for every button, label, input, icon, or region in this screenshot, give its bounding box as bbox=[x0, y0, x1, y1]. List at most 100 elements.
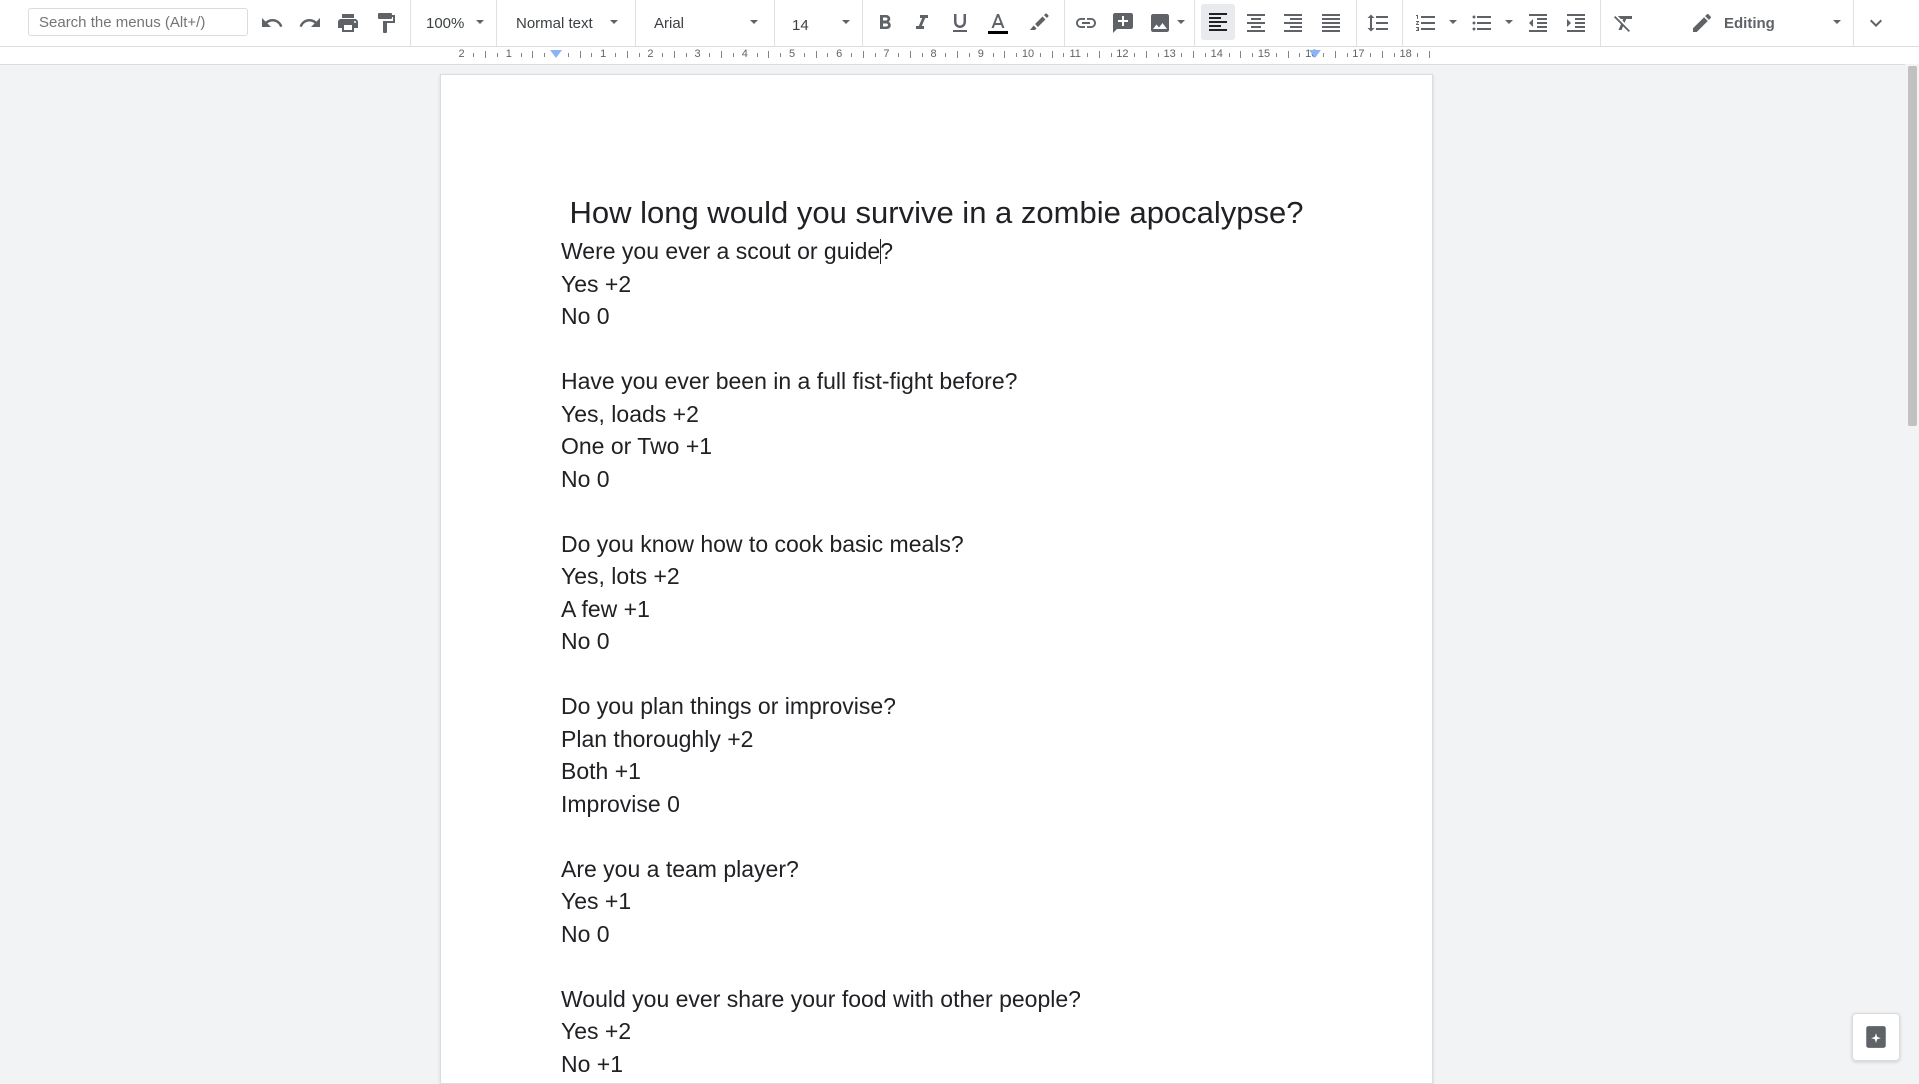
ruler-tick bbox=[579, 51, 581, 58]
ruler-number: 7 bbox=[883, 48, 890, 60]
insert-link-button[interactable] bbox=[1070, 0, 1102, 46]
align-left-button[interactable] bbox=[1201, 4, 1235, 40]
document-line[interactable]: Are you a team player? bbox=[561, 853, 1321, 886]
paragraph-style-select[interactable]: Normal text bbox=[516, 0, 593, 46]
zoom-select[interactable]: 100% bbox=[426, 0, 464, 46]
ruler-tick bbox=[780, 53, 782, 57]
ruler-tick bbox=[1299, 53, 1301, 57]
first-line-text-tail: ? bbox=[880, 238, 893, 264]
toolbar: 100% Normal text Arial 14 bbox=[0, 0, 1919, 47]
clear-formatting-button[interactable] bbox=[1608, 0, 1640, 46]
line-spacing-button[interactable] bbox=[1362, 0, 1394, 46]
document-line[interactable] bbox=[561, 495, 1321, 528]
document-body[interactable]: Were you ever a scout or guide? Yes +2 No… bbox=[561, 235, 1321, 1080]
decrease-indent-button[interactable] bbox=[1522, 0, 1554, 46]
left-indent-marker-icon[interactable] bbox=[550, 50, 562, 58]
ruler-tick bbox=[520, 53, 522, 57]
insert-comment-button[interactable] bbox=[1107, 0, 1139, 46]
undo-button[interactable] bbox=[256, 0, 288, 46]
document-title[interactable]: How long would you survive in a zombie a… bbox=[441, 193, 1432, 233]
increase-indent-button[interactable] bbox=[1560, 0, 1592, 46]
document-line[interactable]: Do you know how to cook basic meals? bbox=[561, 528, 1321, 561]
scrollbar-thumb[interactable] bbox=[1908, 66, 1917, 426]
ruler-tick bbox=[803, 53, 805, 57]
document-line[interactable]: No 0 bbox=[561, 625, 1321, 658]
justify-button[interactable] bbox=[1315, 0, 1347, 46]
font-size-select[interactable]: 14 bbox=[792, 2, 809, 48]
document-line[interactable]: No 0 bbox=[561, 918, 1321, 951]
menu-search-input[interactable] bbox=[28, 8, 248, 36]
bold-button[interactable] bbox=[869, 0, 901, 46]
document-line[interactable]: A few +1 bbox=[561, 593, 1321, 626]
vertical-scrollbar[interactable] bbox=[1905, 64, 1919, 1079]
document-line[interactable]: Yes, loads +2 bbox=[561, 398, 1321, 431]
document-line[interactable]: Improvise 0 bbox=[561, 788, 1321, 821]
document-line[interactable]: Both +1 bbox=[561, 755, 1321, 788]
document-line[interactable] bbox=[561, 658, 1321, 691]
align-center-button[interactable] bbox=[1240, 0, 1272, 46]
document-line[interactable] bbox=[561, 950, 1321, 983]
paint-format-button[interactable] bbox=[370, 0, 402, 46]
hide-menus-button[interactable] bbox=[1860, 0, 1892, 46]
document-line[interactable]: Do you plan things or improvise? bbox=[561, 690, 1321, 723]
chevron-up-down-icon bbox=[1870, 19, 1882, 27]
style-caret-icon bbox=[610, 20, 618, 24]
underline-button[interactable] bbox=[944, 0, 976, 46]
ruler-tick bbox=[1063, 53, 1065, 57]
highlight-color-button[interactable] bbox=[1022, 0, 1054, 46]
document-line[interactable]: Yes, lots +2 bbox=[561, 560, 1321, 593]
ruler-number: 8 bbox=[930, 48, 937, 60]
italic-button[interactable] bbox=[906, 0, 938, 46]
document-line[interactable]: One or Two +1 bbox=[561, 430, 1321, 463]
ruler-tick bbox=[1429, 51, 1431, 58]
document-lines: Yes +2 No 0 Have you ever been in a full f… bbox=[561, 268, 1321, 1081]
document-line[interactable]: Would you ever share your food with othe… bbox=[561, 983, 1321, 1016]
ruler-tick bbox=[827, 53, 829, 57]
editing-mode-select[interactable]: Editing bbox=[1690, 0, 1850, 46]
document-line[interactable]: Plan thoroughly +2 bbox=[561, 723, 1321, 756]
insert-image-button[interactable] bbox=[1144, 0, 1176, 46]
document-page[interactable]: How long would you survive in a zombie a… bbox=[440, 74, 1433, 1084]
ruler-tick bbox=[1382, 51, 1383, 58]
editing-mode-caret-icon bbox=[1833, 20, 1841, 24]
explore-button[interactable] bbox=[1852, 1013, 1900, 1061]
ruler-number: 11 bbox=[1069, 48, 1081, 60]
ruler-tick bbox=[1087, 53, 1088, 57]
justify-icon bbox=[1322, 14, 1340, 32]
ruler-tick bbox=[1275, 53, 1277, 57]
redo-button[interactable] bbox=[294, 0, 326, 46]
ruler-number: 15 bbox=[1257, 48, 1271, 60]
ruler-tick bbox=[756, 53, 758, 57]
align-center-icon bbox=[1247, 14, 1265, 32]
ruler[interactable]: 2 1 1 2 3 4 5 6 7 8 9 10 11 12 13 14 15 16 17 18 bbox=[0, 47, 1919, 65]
font-family-select[interactable]: Arial bbox=[654, 0, 684, 46]
numbered-list-button[interactable] bbox=[1410, 0, 1442, 46]
zoom-value: 100% bbox=[426, 14, 465, 32]
bulleted-list-button[interactable] bbox=[1466, 0, 1498, 46]
ruler-tick bbox=[768, 51, 770, 58]
increase-indent-icon bbox=[1567, 14, 1585, 32]
ruler-tick bbox=[685, 53, 687, 57]
document-line[interactable]: Were you ever a scout or guide? bbox=[561, 235, 1321, 268]
ruler-number: 4 bbox=[741, 48, 748, 60]
document-line[interactable] bbox=[561, 333, 1321, 366]
right-indent-marker-icon[interactable] bbox=[1309, 50, 1322, 58]
ruler-tick bbox=[862, 51, 864, 58]
ruler-tick bbox=[721, 51, 723, 58]
document-line[interactable]: No 0 bbox=[561, 300, 1321, 333]
print-button[interactable] bbox=[332, 0, 364, 46]
document-line[interactable]: Yes +2 bbox=[561, 268, 1321, 301]
document-line[interactable]: Yes +2 bbox=[561, 1015, 1321, 1048]
document-line[interactable] bbox=[561, 820, 1321, 853]
document-line[interactable]: No 0 bbox=[561, 463, 1321, 496]
document-line[interactable]: Yes +1 bbox=[561, 885, 1321, 918]
ruler-tick bbox=[638, 53, 640, 57]
ruler-tick bbox=[567, 53, 569, 57]
align-right-button[interactable] bbox=[1277, 0, 1309, 46]
document-line[interactable]: Have you ever been in a full fist-fight … bbox=[561, 365, 1321, 398]
image-caret-icon bbox=[1177, 20, 1185, 24]
document-line[interactable]: No +1 bbox=[561, 1048, 1321, 1081]
text-color-button[interactable] bbox=[982, 0, 1014, 46]
ruler-tick bbox=[1004, 51, 1006, 58]
ruler-tick bbox=[1051, 51, 1053, 58]
